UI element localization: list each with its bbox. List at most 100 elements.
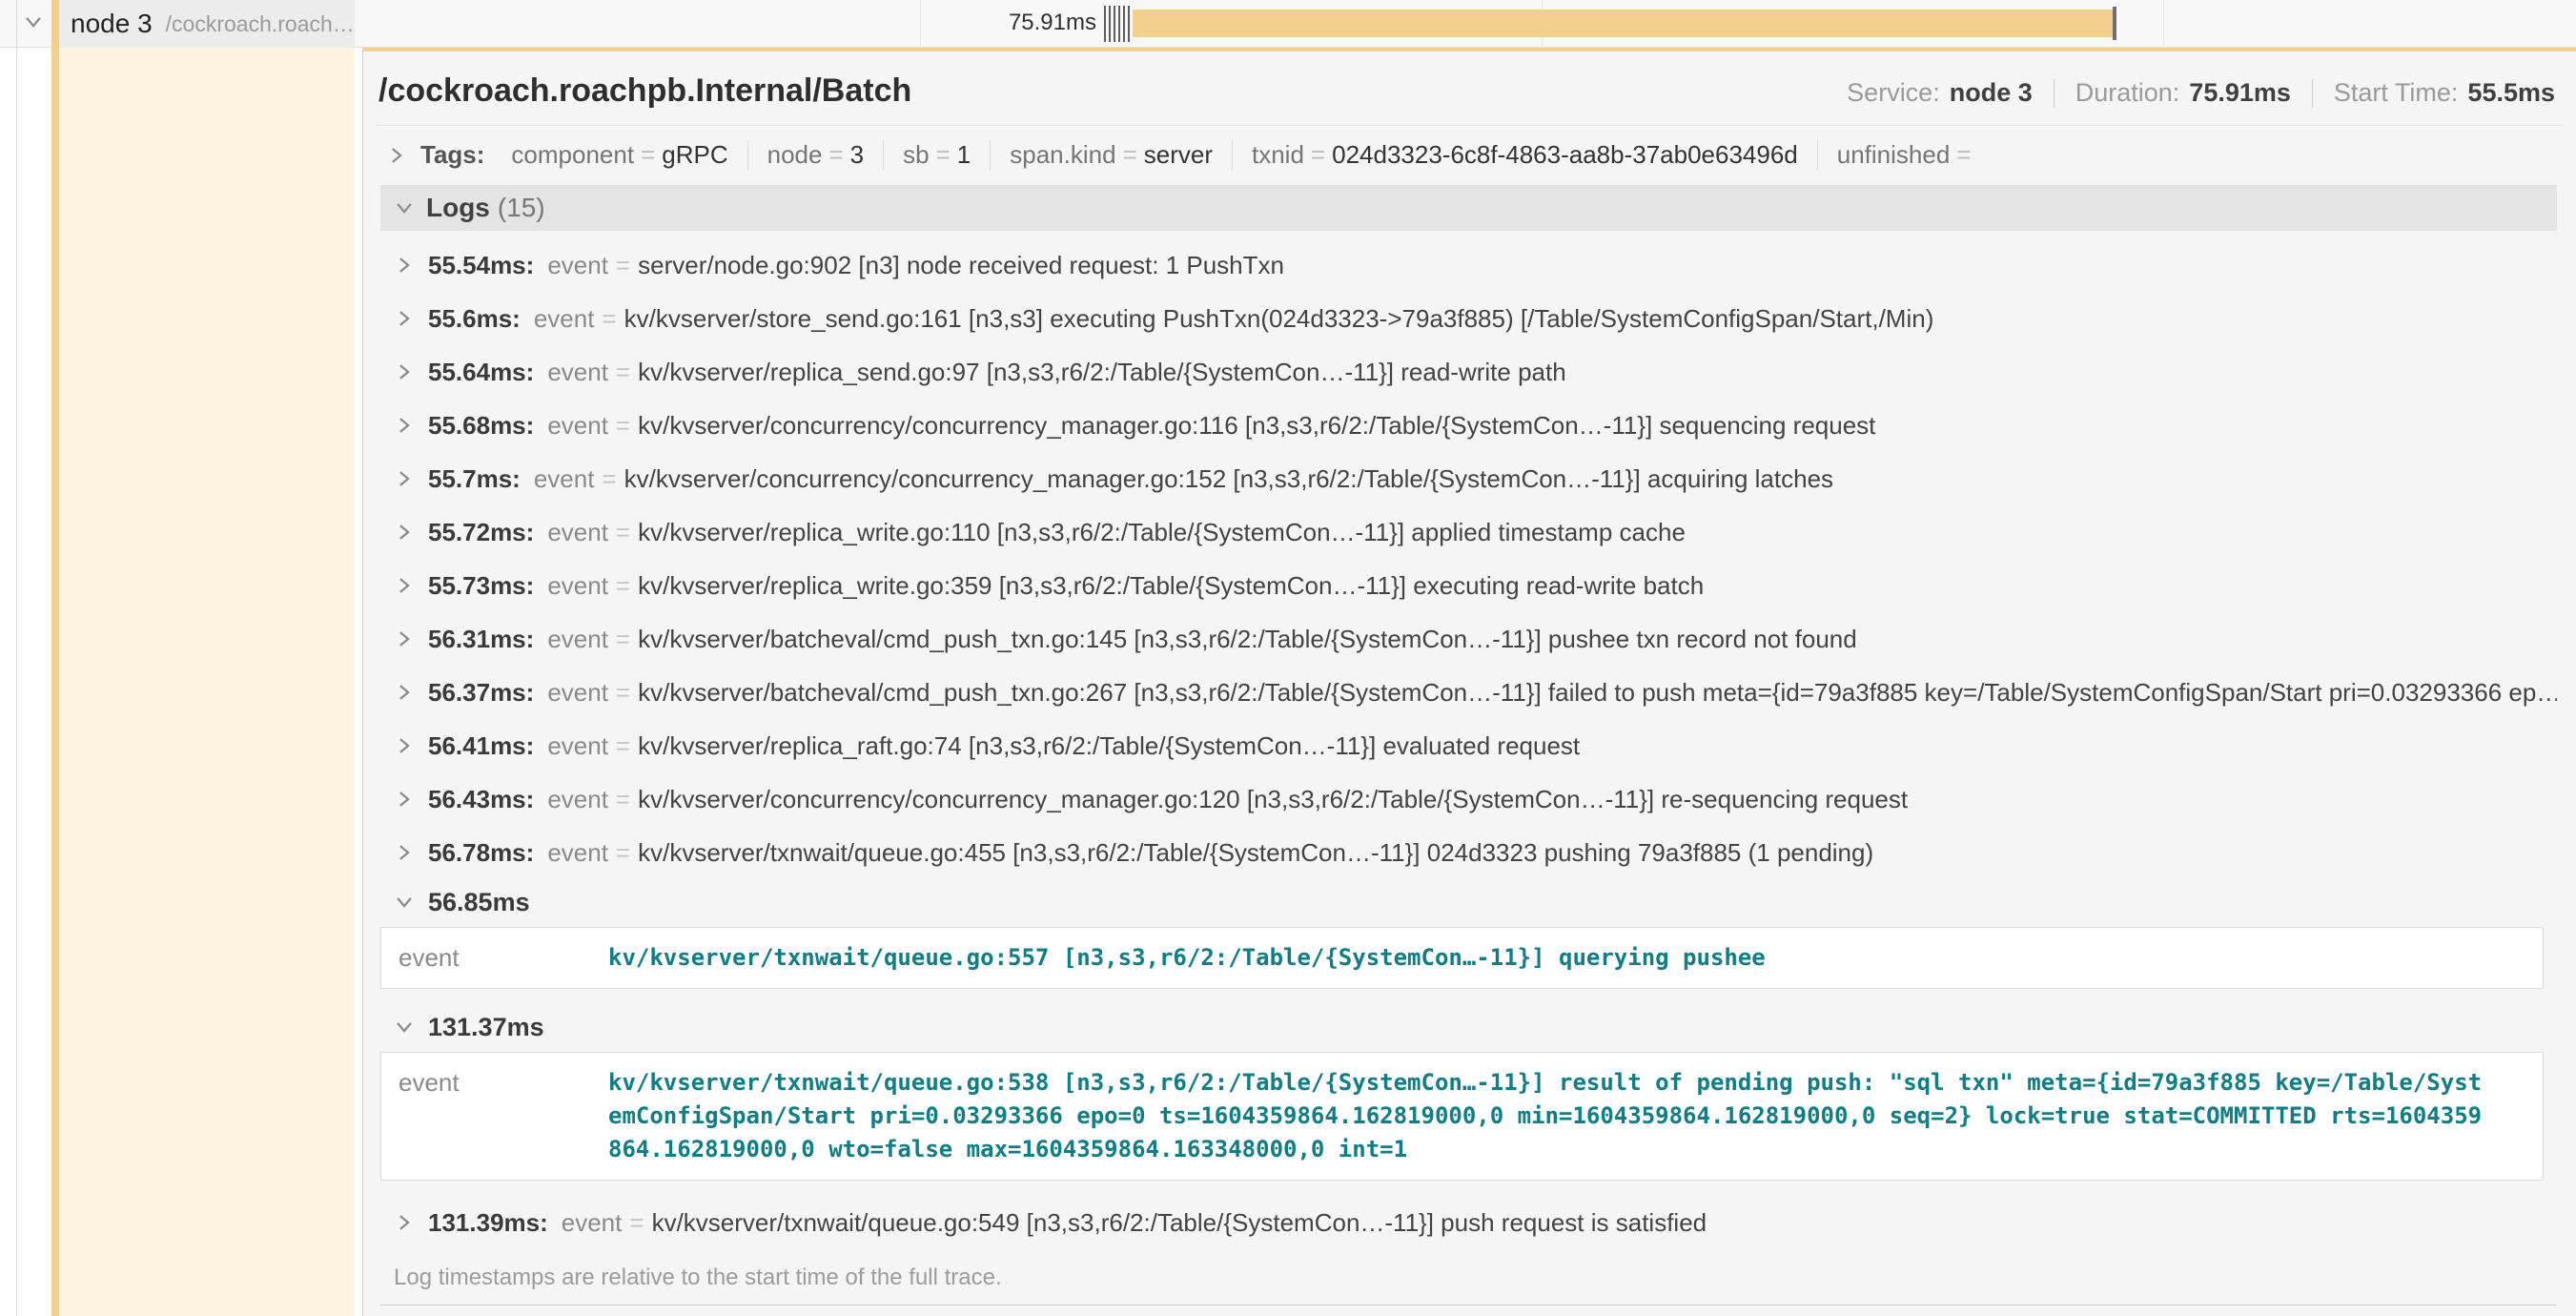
log-row[interactable]: 56.43ms:event=kv/kvserver/concurrency/co… [380, 772, 2557, 826]
log-timestamp: 55.72ms: [428, 518, 534, 547]
log-field-value: kv/kvserver/concurrency/concurrency_mana… [638, 785, 1908, 814]
log-field-key: event [547, 251, 608, 280]
log-field-key: event [534, 304, 595, 334]
log-row[interactable]: 55.72ms:event=kv/kvserver/replica_write.… [380, 505, 2557, 559]
log-equals: = [594, 464, 624, 494]
chevron-right-icon[interactable] [394, 1212, 415, 1233]
log-equals: = [608, 625, 638, 654]
log-row[interactable]: 55.6ms:event=kv/kvserver/store_send.go:1… [380, 292, 2557, 345]
log-timestamp: 56.31ms: [428, 625, 534, 654]
span-name-cell[interactable]: node 3 /cockroach.roach… [51, 0, 355, 48]
tag-key: span.kind [1010, 140, 1115, 169]
log-row[interactable]: 55.64ms:event=kv/kvserver/replica_send.g… [380, 345, 2557, 399]
chevron-right-icon[interactable] [394, 255, 415, 276]
log-field-key: event [547, 625, 608, 654]
span-detail-title: /cockroach.roachpb.Internal/Batch [378, 72, 911, 110]
span-tree-gutter [0, 48, 362, 1316]
logs-section: Logs (15) 55.54ms:event=server/node.go:9… [380, 185, 2557, 1306]
chevron-right-icon[interactable] [394, 575, 415, 596]
span-duration-bar[interactable] [1133, 10, 2113, 37]
log-field-value: kv/kvserver/replica_write.go:359 [n3,s3,… [638, 571, 1704, 601]
duration-value: 75.91ms [2189, 78, 2291, 108]
chevron-down-icon[interactable] [394, 1017, 415, 1038]
span-service-name: node 3 [71, 9, 153, 39]
chevron-right-icon[interactable] [394, 842, 415, 863]
log-row[interactable]: 56.37ms:event=kv/kvserver/batcheval/cmd_… [380, 666, 2557, 719]
log-equals: = [608, 411, 638, 441]
span-end-marker [2113, 7, 2116, 40]
log-field-key: event [381, 1066, 608, 1166]
log-field-key: event [562, 1208, 623, 1238]
tags-label: Tags: [420, 140, 484, 170]
tags-toggle-row[interactable]: Tags: component=gRPCnode=3sb=1span.kind=… [377, 126, 2563, 183]
tag-key: unfinished [1837, 140, 1951, 169]
log-field-value: kv/kvserver/replica_raft.go:74 [n3,s3,r6… [638, 731, 1580, 761]
log-timestamp: 56.85ms [428, 888, 530, 917]
log-row-expanded-header[interactable]: 131.37ms [380, 1004, 2557, 1050]
chevron-right-icon[interactable] [386, 145, 407, 166]
log-row[interactable]: 55.7ms:event=kv/kvserver/concurrency/con… [380, 452, 2557, 505]
span-row[interactable]: node 3 /cockroach.roach… 75.91ms [0, 0, 2576, 48]
log-equals: = [608, 358, 638, 387]
log-field-value: kv/kvserver/txnwait/queue.go:549 [n3,s3,… [652, 1208, 1707, 1238]
service-value: node 3 [1950, 78, 2033, 108]
log-row[interactable]: 131.39ms:event=kv/kvserver/txnwait/queue… [380, 1196, 2557, 1249]
log-field-key: event [547, 358, 608, 387]
meta-divider [2054, 79, 2055, 108]
log-equals: = [608, 838, 638, 868]
tag-item: span.kind=server [990, 140, 1232, 170]
log-equals: = [622, 1208, 651, 1238]
chevron-right-icon[interactable] [394, 308, 415, 329]
chevron-down-icon[interactable] [394, 892, 415, 913]
log-row-expanded-header[interactable]: 56.85ms [380, 879, 2557, 925]
chevron-down-icon[interactable] [394, 197, 415, 218]
chevron-down-icon[interactable] [23, 11, 44, 32]
log-detail-box: eventkv/kvserver/txnwait/queue.go:557 [n… [380, 927, 2544, 989]
chevron-right-icon[interactable] [394, 628, 415, 649]
tag-equals: = [1304, 140, 1332, 169]
chevron-right-icon[interactable] [394, 735, 415, 756]
chevron-right-icon[interactable] [394, 361, 415, 382]
tag-value: 3 [850, 140, 864, 169]
log-equals: = [608, 678, 638, 708]
chevron-right-icon[interactable] [394, 415, 415, 436]
span-event-ticks [1104, 6, 1129, 42]
log-timestamp: 55.73ms: [428, 571, 534, 601]
log-equals: = [594, 304, 624, 334]
log-row[interactable]: 55.68ms:event=kv/kvserver/concurrency/co… [380, 399, 2557, 452]
log-row[interactable]: 56.78ms:event=kv/kvserver/txnwait/queue.… [380, 826, 2557, 879]
chevron-right-icon[interactable] [394, 468, 415, 489]
log-field-key: event [547, 571, 608, 601]
log-row[interactable]: 56.31ms:event=kv/kvserver/batcheval/cmd_… [380, 612, 2557, 666]
log-field-key: event [547, 731, 608, 761]
log-field-value: server/node.go:902 [n3] node received re… [638, 251, 1284, 280]
chevron-right-icon[interactable] [394, 789, 415, 810]
logs-header[interactable]: Logs (15) [380, 185, 2557, 231]
trace-page: node 3 /cockroach.roach… 75.91ms /cockro… [0, 0, 2576, 1316]
log-timestamp: 55.7ms: [428, 464, 521, 494]
log-field-value: kv/kvserver/replica_send.go:97 [n3,s3,r6… [638, 358, 1566, 387]
span-color-bar [51, 48, 59, 1316]
log-field-value-mono: kv/kvserver/txnwait/queue.go:538 [n3,s3,… [608, 1066, 2482, 1166]
log-timestamp: 55.68ms: [428, 411, 534, 441]
log-timestamp: 56.37ms: [428, 678, 534, 708]
tag-value: server [1144, 140, 1213, 169]
log-row[interactable]: 55.73ms:event=kv/kvserver/replica_write.… [380, 559, 2557, 612]
log-detail-box: eventkv/kvserver/txnwait/queue.go:538 [n… [380, 1052, 2544, 1181]
tag-value: 1 [957, 140, 971, 169]
meta-divider [2312, 79, 2313, 108]
tree-guide-line [16, 0, 17, 48]
tag-equals: = [1116, 140, 1144, 169]
log-field-value-mono: kv/kvserver/txnwait/queue.go:557 [n3,s3,… [608, 941, 1766, 975]
log-field-key: event [547, 838, 608, 868]
log-row[interactable]: 56.41ms:event=kv/kvserver/replica_raft.g… [380, 719, 2557, 772]
tag-equals: = [822, 140, 849, 169]
log-row[interactable]: 55.54ms:event=server/node.go:902 [n3] no… [380, 238, 2557, 292]
tag-value: gRPC [662, 140, 727, 169]
span-detail-panel: /cockroach.roachpb.Internal/Batch Servic… [362, 48, 2576, 1316]
chevron-right-icon[interactable] [394, 522, 415, 543]
chevron-right-icon[interactable] [394, 682, 415, 703]
tree-guide-line [16, 48, 17, 1316]
tag-equals: = [930, 140, 957, 169]
tags-list: component=gRPCnode=3sb=1span.kind=server… [492, 140, 1996, 170]
